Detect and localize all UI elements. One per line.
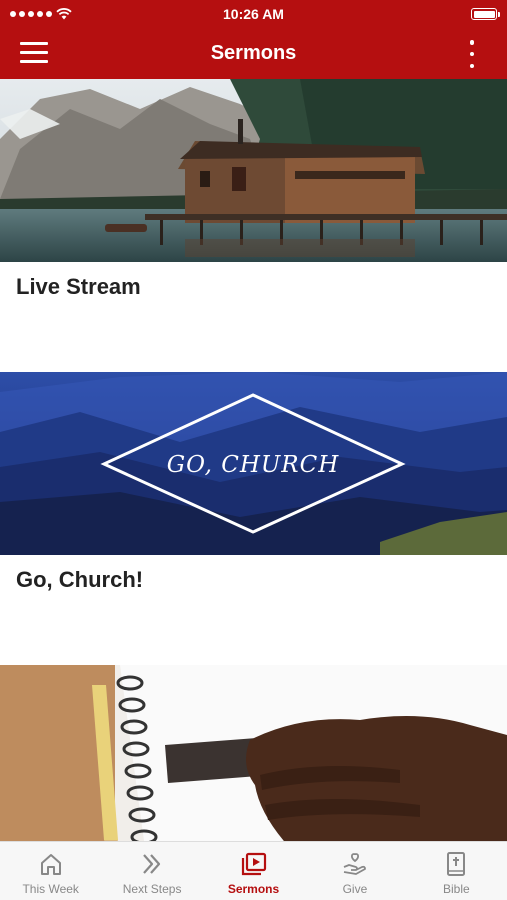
give-hand-icon [343, 853, 366, 875]
tab-label: This Week [22, 882, 79, 896]
notebook-hand-image [0, 665, 507, 841]
more-options-icon[interactable] [467, 40, 477, 68]
status-time: 10:26 AM [223, 6, 284, 22]
home-icon [40, 854, 61, 875]
tab-bible[interactable]: Bible [406, 842, 507, 900]
tab-label: Give [342, 882, 368, 896]
double-chevron-icon [143, 854, 161, 874]
tab-give[interactable]: Give [304, 842, 405, 900]
card-title: Go, Church! [16, 567, 144, 592]
battery-icon [471, 8, 500, 20]
tab-label: Sermons [227, 882, 280, 896]
bottom-tab-bar: This Week Next Steps Sermons Give Bible [0, 841, 507, 900]
go-church-graphic-text: GO, CHURCH [167, 452, 340, 478]
bible-icon [447, 852, 466, 876]
lake-cabin-image [0, 79, 507, 262]
sermon-feed[interactable]: Live Stream GO, CHURCH Go, Church! [0, 79, 507, 841]
status-bar: 10:26 AM [0, 0, 507, 28]
app-header: Sermons [0, 28, 507, 79]
sermon-card-notebook[interactable] [0, 665, 507, 841]
tab-sermons[interactable]: Sermons [203, 842, 304, 900]
page-title: Sermons [210, 42, 297, 64]
sermon-card-live-stream[interactable]: Live Stream [0, 79, 507, 372]
menu-icon[interactable] [20, 42, 48, 64]
mountain-diamond-image: GO, CHURCH [0, 372, 507, 555]
sermon-card-go-church[interactable]: GO, CHURCH Go, Church! [0, 372, 507, 665]
tab-next-steps[interactable]: Next Steps [101, 842, 202, 900]
card-title: Live Stream [16, 274, 141, 299]
tab-label: Bible [442, 882, 470, 896]
video-library-icon [241, 852, 266, 876]
tab-label: Next Steps [122, 882, 182, 896]
tab-this-week[interactable]: This Week [0, 842, 101, 900]
